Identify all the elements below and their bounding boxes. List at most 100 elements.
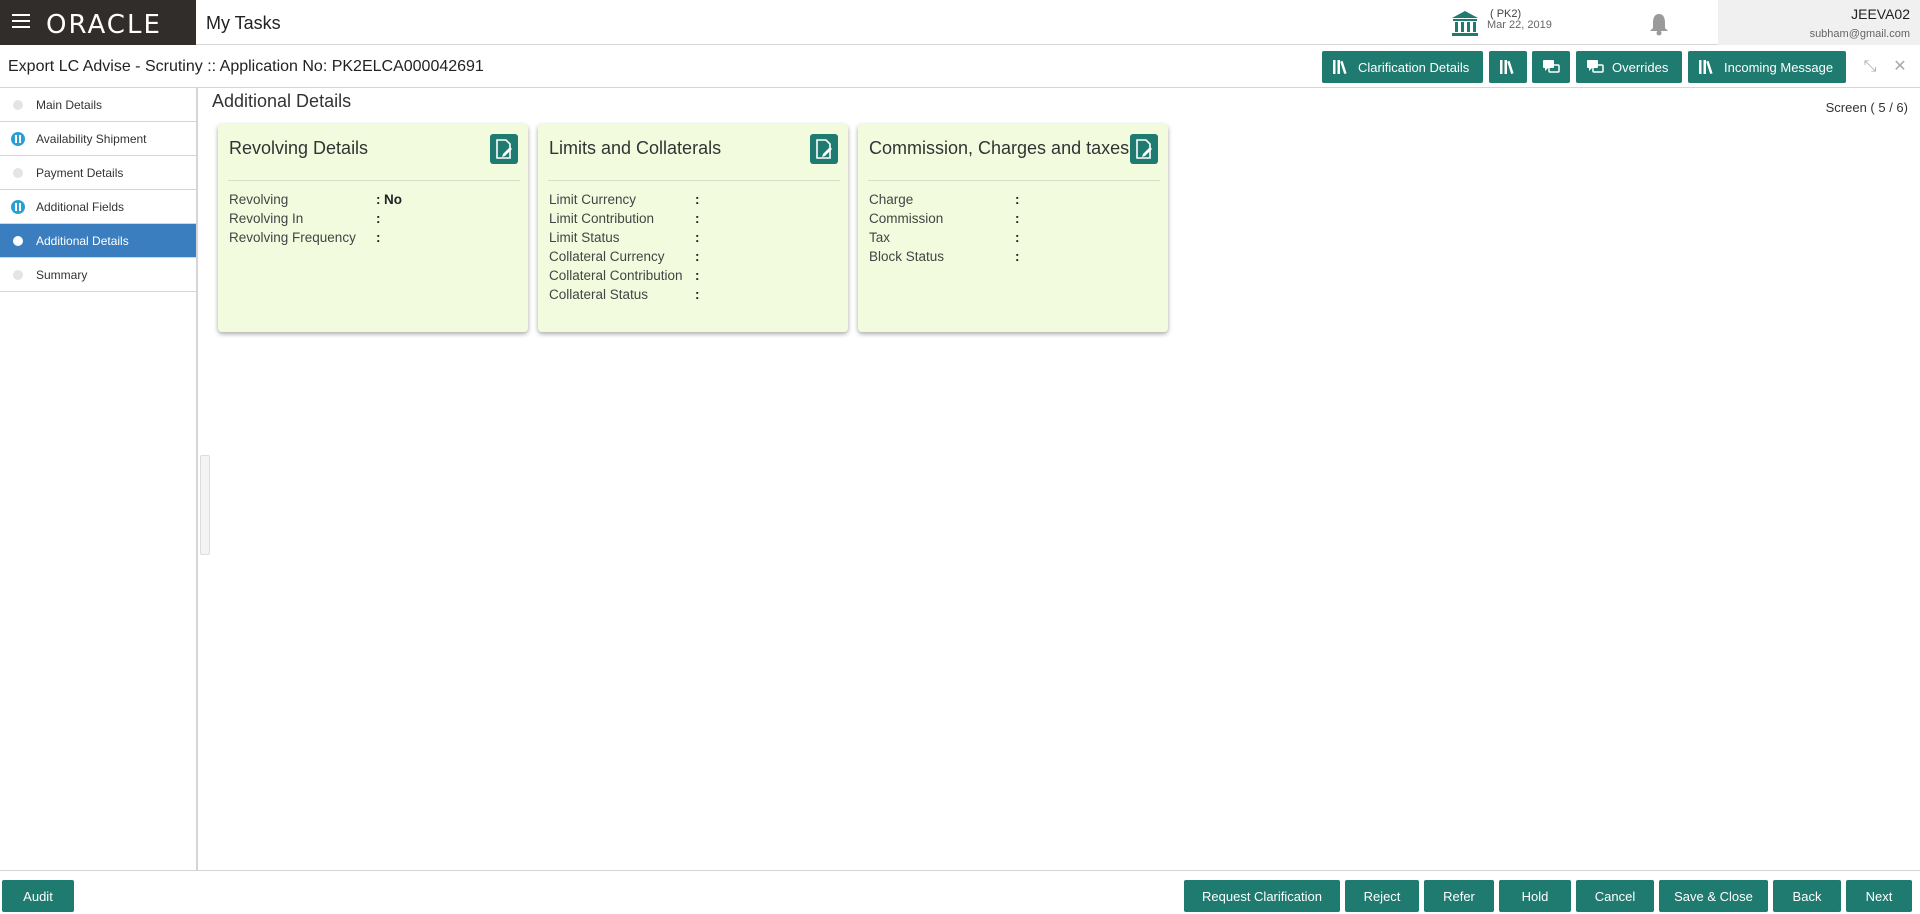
sidebar-item-label: Additional Details [36,233,129,248]
field-label: Collateral Contribution [549,268,683,283]
library-icon [1500,60,1514,74]
refer-button[interactable]: Refer [1424,880,1494,912]
cancel-button[interactable]: Cancel [1576,880,1654,912]
field-row: Limit Status : [549,230,838,249]
sidebar-item-availability-shipment[interactable]: Availability Shipment [0,122,196,156]
field-row: Revolving : No [229,192,518,211]
card-title: Revolving Details [229,138,369,158]
action-footer: Audit Request Clarification Reject Refer… [0,870,1920,914]
field-label: Limit Currency [549,192,637,207]
field-row: Commission : [869,211,1158,230]
limits-and-collaterals-card: Limits and Collaterals Limit Currency : … [538,124,848,332]
sidebar-item-label: Payment Details [36,165,124,180]
sidebar-item-main-details[interactable]: Main Details [0,88,196,122]
sidebar-item-additional-details[interactable]: Additional Details [0,224,196,258]
field-label: Revolving In [229,211,304,226]
chat-icon [1587,60,1604,73]
clarification-details-label: Clarification Details [1358,59,1470,75]
field-separator: : [1015,230,1020,245]
field-label: Revolving Frequency [229,230,356,245]
sidebar-item-payment-details[interactable]: Payment Details [0,156,196,190]
card-fields: Charge : Commission : Tax : Block Status… [869,192,1158,268]
overrides-label: Overrides [1612,59,1669,75]
user-name: JEEVA02 [1851,6,1910,22]
documents-button[interactable] [1489,51,1527,83]
field-row: Block Status : [869,249,1158,268]
sidebar-item-label: Main Details [36,97,103,112]
sidebar-item-summary[interactable]: Summary [0,258,196,292]
field-row: Collateral Contribution : [549,268,838,287]
brand-area: ORACLE [0,0,196,45]
field-label: Collateral Currency [549,249,665,264]
library-icon [1699,60,1713,74]
field-separator: : [376,192,381,207]
pause-icon [11,200,25,214]
library-icon [1333,60,1347,74]
edit-icon[interactable] [490,134,518,164]
revolving-details-card: Revolving Details Revolving : No Revolvi… [218,124,528,332]
menu-icon[interactable] [12,14,30,30]
step-navigation: Main Details Availability Shipment Payme… [0,88,198,870]
user-menu[interactable]: JEEVA02 subham@gmail.com [1718,0,1920,45]
field-separator: : [695,211,700,226]
chat-icon [1543,60,1560,73]
application-header: Export LC Advise - Scrutiny :: Applicati… [0,46,1920,88]
minimize-icon[interactable]: ⤡ [1862,59,1878,75]
field-row: Revolving Frequency : [229,230,518,249]
close-icon[interactable]: ✕ [1892,59,1908,75]
incoming-message-label: Incoming Message [1724,59,1834,75]
save-close-button[interactable]: Save & Close [1659,880,1768,912]
user-email: subham@gmail.com [1809,28,1910,40]
field-label: Charge [869,192,914,207]
step-dot-icon [13,100,23,110]
branch-date: Mar 22, 2019 [1487,19,1552,31]
field-separator: : [695,192,700,207]
field-separator: : [695,287,700,302]
incoming-message-button[interactable]: Incoming Message [1688,51,1846,83]
card-title: Limits and Collaterals [549,138,722,158]
step-dot-icon [13,236,23,246]
field-separator: : [695,230,700,245]
field-label: Limit Contribution [549,211,655,226]
app-name: My Tasks [206,13,281,33]
reject-button[interactable]: Reject [1345,880,1419,912]
card-divider [228,180,520,181]
field-value: No [384,192,402,207]
bell-icon[interactable] [1648,12,1670,36]
hold-button[interactable]: Hold [1499,880,1571,912]
field-separator: : [376,211,381,226]
field-row: Collateral Status : [549,287,838,306]
field-separator: : [1015,192,1020,207]
pause-icon [11,132,25,146]
sidebar-resize-handle[interactable] [200,455,210,555]
edit-icon[interactable] [1130,134,1158,164]
field-row: Limit Currency : [549,192,838,211]
field-label: Limit Status [549,230,620,245]
field-label: Collateral Status [549,287,649,302]
field-row: Collateral Currency : [549,249,838,268]
top-bar: ORACLE My Tasks ( PK2) Mar 22, 2019 JEEV… [0,0,1920,45]
field-row: Limit Contribution : [549,211,838,230]
next-button[interactable]: Next [1846,880,1912,912]
field-separator: : [695,268,700,283]
clarification-details-button[interactable]: Clarification Details [1322,51,1483,83]
field-label: Commission [869,211,944,226]
step-dot-icon [13,270,23,280]
card-fields: Revolving : No Revolving In : Revolving … [229,192,518,249]
application-title: Export LC Advise - Scrutiny :: Applicati… [8,58,484,75]
audit-button[interactable]: Audit [2,880,74,912]
request-clarification-button[interactable]: Request Clarification [1184,880,1340,912]
field-label: Tax [869,230,891,245]
remarks-button[interactable] [1532,51,1570,83]
field-separator: : [1015,211,1020,226]
field-label: Revolving [229,192,289,207]
commission-charges-taxes-card: Commission, Charges and taxes Charge : C… [858,124,1168,332]
overrides-button[interactable]: Overrides [1576,51,1682,83]
field-row: Tax : [869,230,1158,249]
bank-icon[interactable] [1450,9,1480,37]
back-button[interactable]: Back [1773,880,1841,912]
card-divider [548,180,840,181]
edit-icon[interactable] [810,134,838,164]
sidebar-item-label: Availability Shipment [36,131,147,146]
sidebar-item-additional-fields[interactable]: Additional Fields [0,190,196,224]
